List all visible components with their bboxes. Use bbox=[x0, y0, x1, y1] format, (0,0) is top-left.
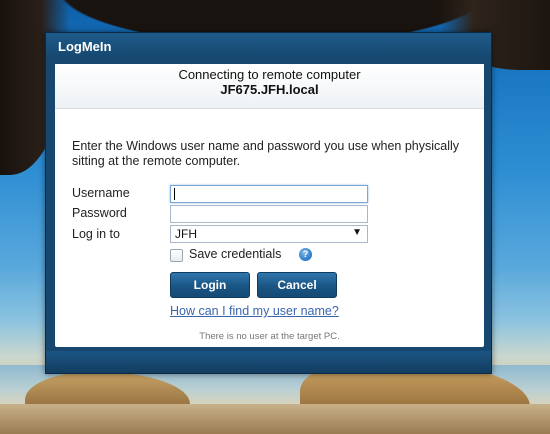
login-to-select[interactable]: JFH ▼ bbox=[170, 225, 368, 243]
username-input[interactable] bbox=[170, 185, 368, 203]
login-button[interactable]: Login bbox=[170, 272, 250, 298]
beach-sand bbox=[0, 404, 550, 434]
dropdown-arrow-icon: ▼ bbox=[352, 227, 362, 238]
help-icon[interactable]: ? bbox=[299, 248, 312, 261]
login-panel: Connecting to remote computer JF675.JFH.… bbox=[55, 64, 484, 347]
window-footer bbox=[46, 351, 491, 373]
password-input[interactable] bbox=[170, 205, 368, 223]
logmein-login-dialog: LogMeIn Connecting to remote computer JF… bbox=[45, 32, 492, 374]
cancel-button[interactable]: Cancel bbox=[257, 272, 337, 298]
text-caret bbox=[174, 188, 175, 200]
login-to-label: Log in to bbox=[72, 227, 120, 241]
remote-hostname: JF675.JFH.local bbox=[220, 82, 319, 97]
username-label: Username bbox=[72, 186, 130, 200]
find-username-link[interactable]: How can I find my user name? bbox=[170, 304, 339, 318]
connection-header: Connecting to remote computer JF675.JFH.… bbox=[55, 64, 484, 109]
window-title: LogMeIn bbox=[58, 39, 112, 54]
save-credentials-label[interactable]: Save credentials bbox=[189, 247, 281, 261]
login-to-value: JFH bbox=[175, 227, 197, 241]
password-label: Password bbox=[72, 206, 127, 220]
status-text: There is no user at the target PC. bbox=[199, 331, 340, 342]
save-credentials-checkbox[interactable] bbox=[170, 249, 183, 262]
connecting-text: Connecting to remote computer bbox=[178, 67, 361, 82]
title-bar[interactable]: LogMeIn bbox=[46, 33, 491, 59]
instructions-text: Enter the Windows user name and password… bbox=[72, 139, 460, 168]
